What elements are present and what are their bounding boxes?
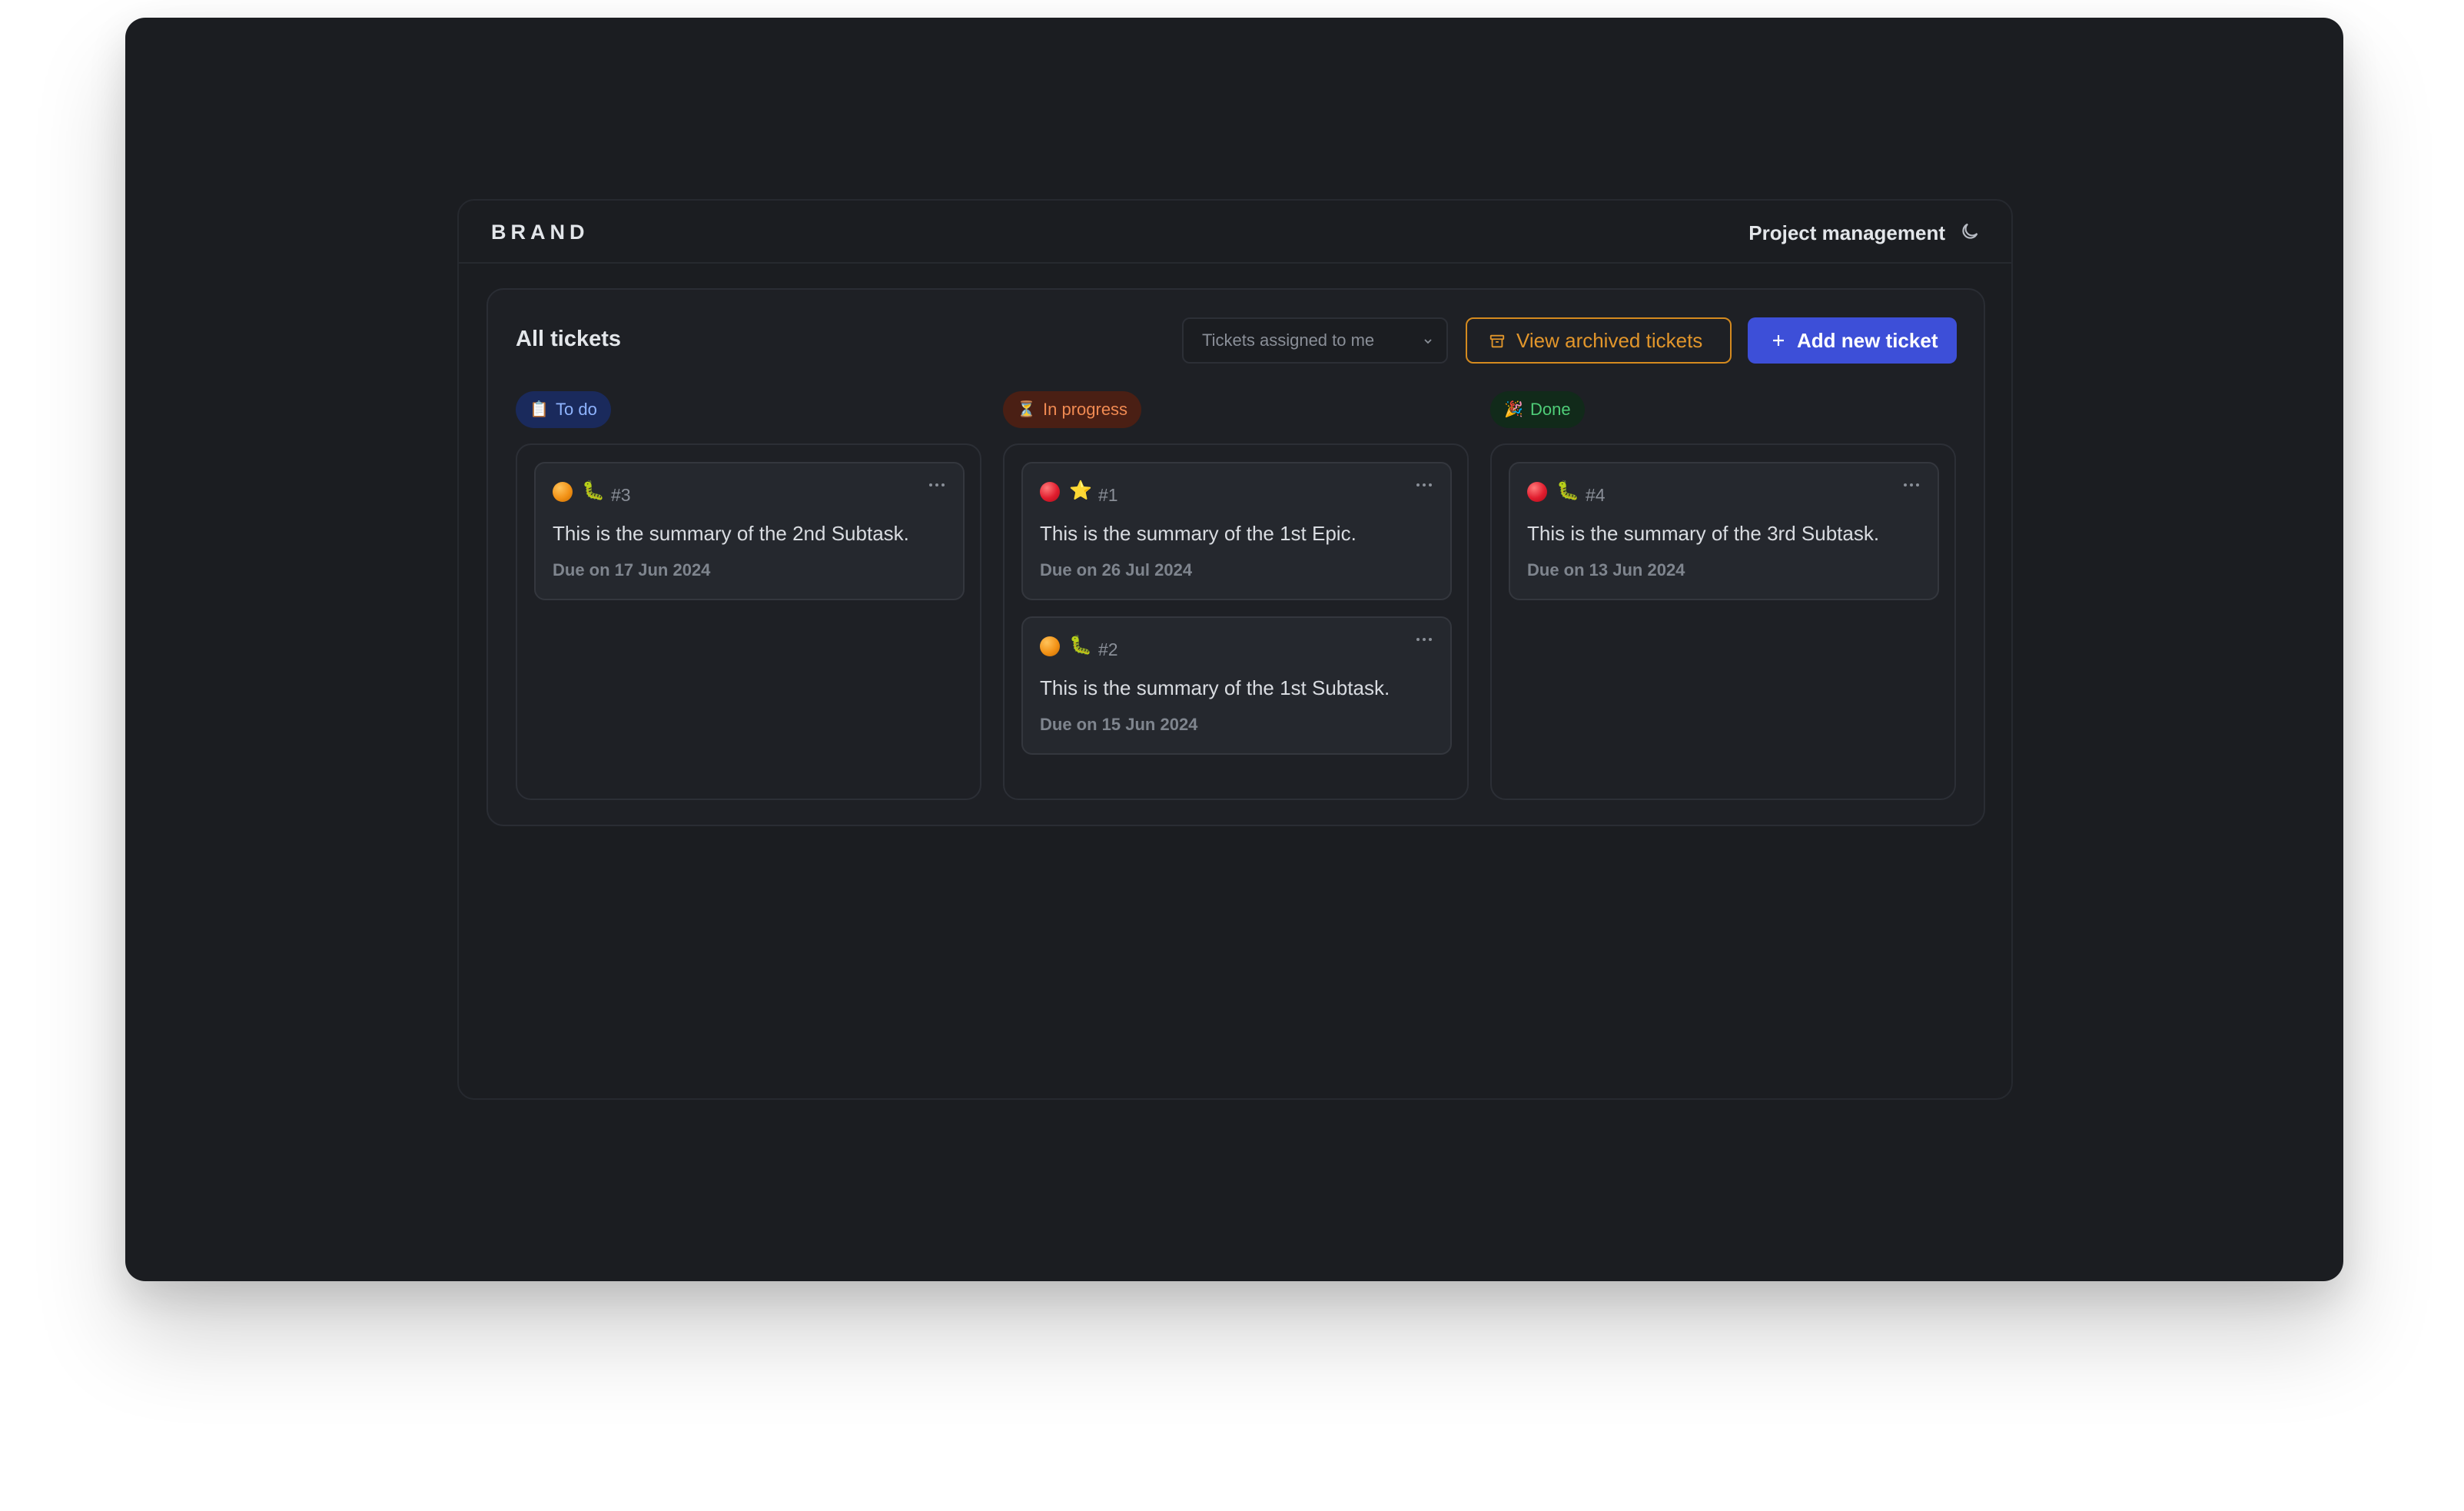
- ticket-due-date: Due on 26 Jul 2024: [1040, 560, 1193, 579]
- add-ticket-button[interactable]: Add new ticket: [1748, 317, 1957, 364]
- ticket-due-date: Due on 15 Jun 2024: [1040, 715, 1198, 734]
- ticket-summary: This is the summary of the 2nd Subtask.: [553, 522, 909, 545]
- priority-high-icon: [1040, 482, 1060, 502]
- ticket-summary: This is the summary of the 1st Epic.: [1040, 522, 1357, 545]
- project-title: Project management: [1748, 221, 1945, 244]
- priority-medium-icon: [1040, 636, 1060, 656]
- party-popper-icon: 🎉: [1504, 401, 1523, 418]
- ticket-filter-select[interactable]: Tickets assigned to me: [1182, 317, 1448, 364]
- ticket-card[interactable]: 🐛 #3 This is the summary of the 2nd Subt…: [534, 462, 965, 600]
- hourglass-icon: ⏳: [1017, 401, 1036, 418]
- column-todo[interactable]: 🐛 #3 This is the summary of the 2nd Subt…: [516, 443, 981, 800]
- column-label-text: To do: [556, 400, 597, 419]
- ticket-board: All tickets Tickets assigned to me View …: [486, 288, 1985, 826]
- board-title: All tickets: [516, 327, 621, 351]
- app-container: BRAND Project management All tickets Tic…: [457, 199, 2013, 1100]
- ticket-card[interactable]: 🐛 #4 This is the summary of the 3rd Subt…: [1509, 462, 1939, 600]
- ticket-summary: This is the summary of the 3rd Subtask.: [1527, 522, 1880, 545]
- moon-icon[interactable]: [1959, 221, 1981, 242]
- archive-icon: [1489, 334, 1505, 348]
- ticket-number: #3: [611, 485, 631, 505]
- ticket-number: #1: [1098, 485, 1118, 505]
- more-options-icon[interactable]: [1902, 482, 1921, 488]
- ticket-due-date: Due on 13 Jun 2024: [1527, 560, 1685, 579]
- bug-icon: 🐛: [582, 480, 605, 501]
- chevron-down-icon: [1424, 339, 1432, 344]
- ticket-number: #2: [1098, 639, 1118, 659]
- view-archived-label: View archived tickets: [1516, 329, 1703, 352]
- add-ticket-label: Add new ticket: [1797, 329, 1938, 352]
- plus-icon: [1773, 335, 1784, 346]
- column-label-todo: 📋 To do: [516, 391, 611, 428]
- more-options-icon[interactable]: [928, 482, 946, 488]
- more-options-icon[interactable]: [1415, 636, 1433, 643]
- ticket-card[interactable]: ⭐ #1 This is the summary of the 1st Epic…: [1021, 462, 1452, 600]
- more-options-icon[interactable]: [1415, 482, 1433, 488]
- ticket-summary: This is the summary of the 1st Subtask.: [1040, 676, 1390, 699]
- column-label-text: In progress: [1043, 400, 1128, 419]
- priority-medium-icon: [553, 482, 573, 502]
- priority-high-icon: [1527, 482, 1547, 502]
- bug-icon: 🐛: [1556, 480, 1579, 501]
- ticket-card[interactable]: 🐛 #2 This is the summary of the 1st Subt…: [1021, 616, 1452, 755]
- column-label-in-progress: ⏳ In progress: [1003, 391, 1142, 428]
- clipboard-icon: 📋: [530, 401, 549, 418]
- bug-icon: 🐛: [1069, 635, 1092, 656]
- column-label-done: 🎉 Done: [1490, 391, 1585, 428]
- star-icon: ⭐: [1069, 480, 1092, 501]
- view-archived-button[interactable]: View archived tickets: [1466, 317, 1732, 364]
- filter-selected-value: Tickets assigned to me: [1202, 330, 1375, 350]
- brand-logo[interactable]: BRAND: [491, 221, 589, 244]
- app-window: BRAND Project management All tickets Tic…: [125, 18, 2343, 1281]
- column-done[interactable]: 🐛 #4 This is the summary of the 3rd Subt…: [1490, 443, 1956, 800]
- column-label-text: Done: [1530, 400, 1571, 419]
- ticket-due-date: Due on 17 Jun 2024: [553, 560, 711, 579]
- column-in-progress[interactable]: ⭐ #1 This is the summary of the 1st Epic…: [1003, 443, 1469, 800]
- top-bar: BRAND Project management: [459, 201, 2011, 264]
- ticket-number: #4: [1586, 485, 1606, 505]
